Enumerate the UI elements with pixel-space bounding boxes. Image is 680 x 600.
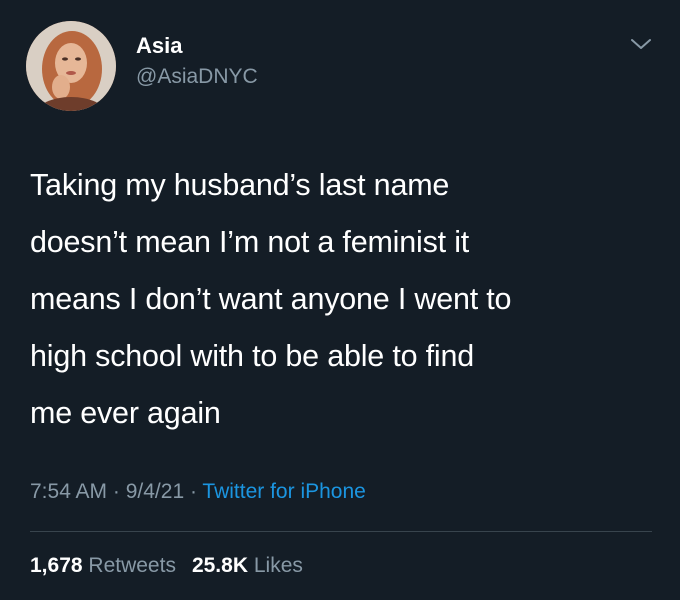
tweet-card: Asia @AsiaDNYC Taking my husband’s last … (0, 0, 680, 600)
tweet-meta: 7:54 AM · 9/4/21 · Twitter for iPhone (30, 477, 366, 507)
user-header: Asia @AsiaDNYC (136, 32, 258, 92)
tweet-date[interactable]: 9/4/21 (126, 480, 184, 503)
meta-separator: · (107, 480, 126, 503)
divider (30, 531, 652, 532)
likes-label: Likes (253, 554, 303, 577)
user-handle[interactable]: @AsiaDNYC (136, 62, 258, 92)
meta-separator: · (184, 480, 203, 503)
display-name[interactable]: Asia (136, 32, 258, 60)
likes-count: 25.8K (191, 554, 248, 577)
avatar[interactable] (26, 21, 116, 111)
avatar-image (26, 21, 116, 111)
tweet-source-link[interactable]: Twitter for iPhone (202, 480, 365, 503)
retweets-stat[interactable]: 1,678 Retweets (30, 551, 176, 581)
chevron-down-icon[interactable] (628, 34, 654, 54)
retweets-count: 1,678 (30, 554, 83, 577)
retweets-label: Retweets (88, 554, 176, 577)
tweet-time[interactable]: 7:54 AM (30, 480, 107, 503)
tweet-text: Taking my husband’s last name doesn’t me… (30, 168, 512, 430)
tweet-stats: 1,678 Retweets 25.8K Likes (30, 551, 319, 581)
likes-stat[interactable]: 25.8K Likes (192, 551, 303, 581)
